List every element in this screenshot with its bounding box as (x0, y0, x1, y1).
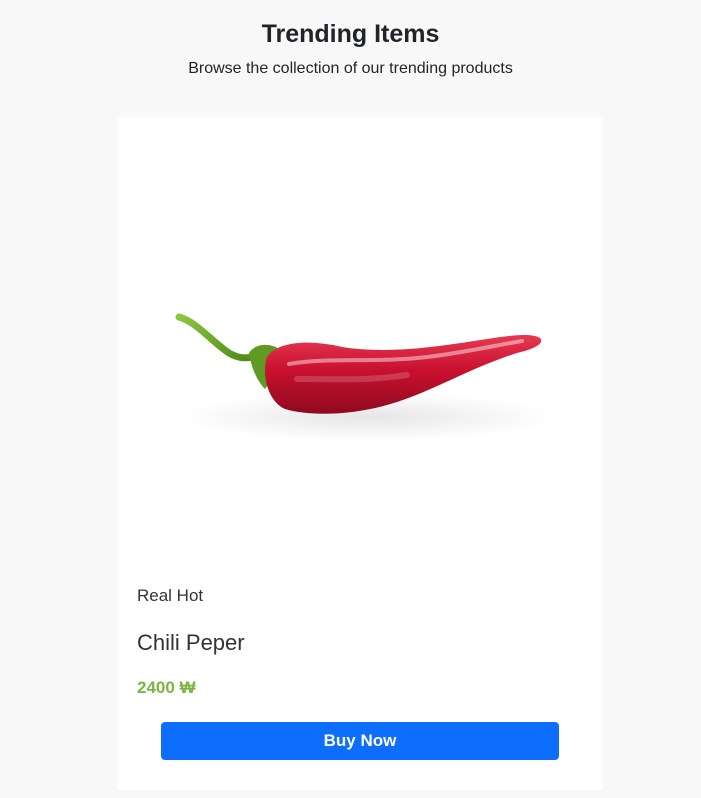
product-price: 2400 ₩ (137, 678, 196, 697)
page-title: Trending Items (261, 20, 440, 48)
chili-pepper-image (175, 313, 557, 441)
product-image (117, 117, 603, 562)
product-card: Real Hot Chili Peper 2400 ₩ Buy Now (117, 117, 603, 790)
page-subtitle: Browse the collection of our trending pr… (188, 60, 513, 77)
product-name: Chili Peper (137, 630, 245, 655)
product-category: Real Hot (137, 586, 204, 605)
buy-now-button[interactable]: Buy Now (161, 722, 559, 760)
